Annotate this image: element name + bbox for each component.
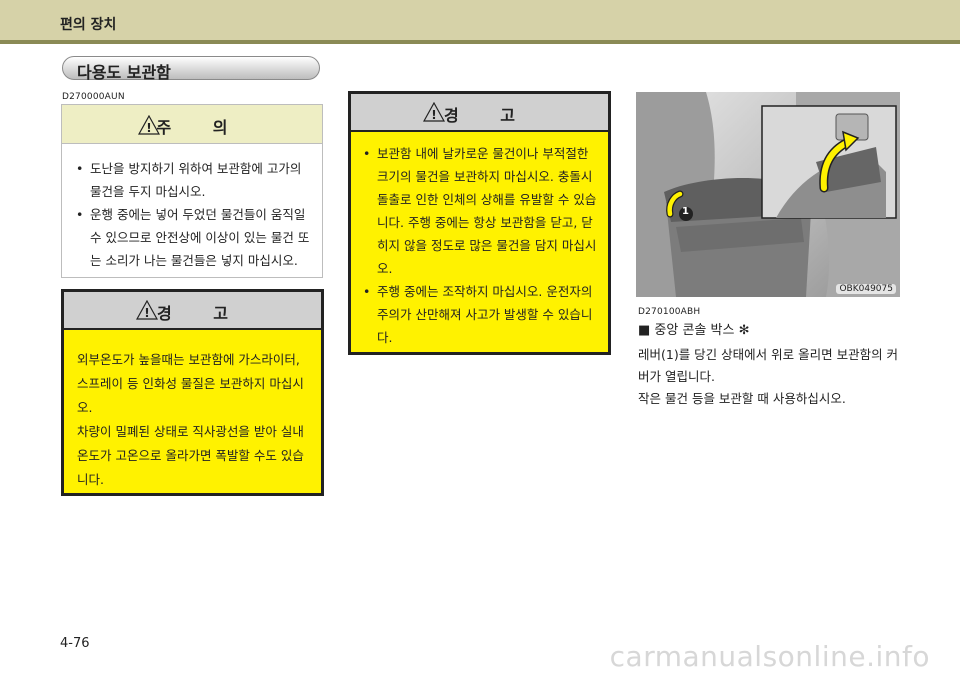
warning-middle-list: 보관함 내에 날카로운 물건이나 부적절한 크기의 물건을 보관하지 마십시오.… [351, 132, 608, 349]
header-divider [0, 40, 960, 44]
figure-code: OBK049075 [836, 284, 896, 294]
chapter-title: 편의 장치 [60, 17, 117, 33]
section-title-pill: 다용도 보관함 [62, 56, 320, 82]
caution-item: 도난을 방지하기 위하여 보관함에 고가의 물건을 두지 마십시오. [74, 157, 310, 203]
caution-box: ! 주 의 도난을 방지하기 위하여 보관함에 고가의 물건을 두지 마십시오.… [61, 104, 323, 278]
console-title: ■ 중앙 콘솔 박스 ✻ [638, 323, 750, 338]
caution-list: 도난을 방지하기 위하여 보관함에 고가의 물건을 두지 마십시오. 운행 중에… [62, 144, 322, 272]
warning-middle-header: ! 경 고 [351, 94, 608, 132]
warning-middle-title: 경 고 [443, 106, 533, 125]
console-body: 레버(1)를 당긴 상태에서 위로 올리면 보관함의 커버가 열립니다. 작은 … [638, 344, 904, 410]
section-title: 다용도 보관함 [77, 63, 171, 82]
watermark: carmanualsonline.info [609, 640, 930, 673]
callout-number: 1 [682, 206, 689, 217]
warning-box-left: ! 경 고 외부온도가 높을때는 보관함에 가스라이터, 스프레이 등 인화성 … [61, 289, 324, 496]
page-number: 4-76 [60, 636, 90, 651]
console-illustration [636, 92, 900, 297]
warning-left-header: ! 경 고 [64, 292, 321, 330]
caution-title: 주 의 [156, 118, 246, 137]
warning-middle-item: 주행 중에는 조작하지 마십시오. 운전자의 주의가 산만해져 사고가 발생할 … [361, 280, 598, 349]
chapter-header: 편의 장치 [0, 0, 960, 40]
warning-middle-item: 보관함 내에 날카로운 물건이나 부적절한 크기의 물건을 보관하지 마십시오.… [361, 142, 598, 280]
console-code: D270100ABH [638, 307, 701, 317]
warning-left-body: 외부온도가 높을때는 보관함에 가스라이터, 스프레이 등 인화성 물질은 보관… [64, 330, 321, 492]
console-paragraph: 작은 물건 등을 보관할 때 사용하십시오. [638, 391, 846, 406]
caution-item: 운행 중에는 넣어 두었던 물건들이 움직일 수 있으므로 안전상에 이상이 있… [74, 203, 310, 272]
caution-header: ! 주 의 [62, 105, 322, 144]
warning-left-title: 경 고 [156, 304, 246, 323]
console-paragraph: 레버(1)를 당긴 상태에서 위로 올리면 보관함의 커버가 열립니다. [638, 347, 899, 384]
caution-code: D270000AUN [62, 92, 125, 102]
console-box-figure: 1 OBK049075 [636, 92, 900, 297]
warning-left-paragraph: 차량이 밀폐된 상태로 직사광선을 받아 실내 온도가 고온으로 올라가면 폭발… [77, 424, 304, 487]
warning-box-middle: ! 경 고 보관함 내에 날카로운 물건이나 부적절한 크기의 물건을 보관하지… [348, 91, 611, 355]
warning-left-paragraph: 외부온도가 높을때는 보관함에 가스라이터, 스프레이 등 인화성 물질은 보관… [77, 352, 304, 415]
